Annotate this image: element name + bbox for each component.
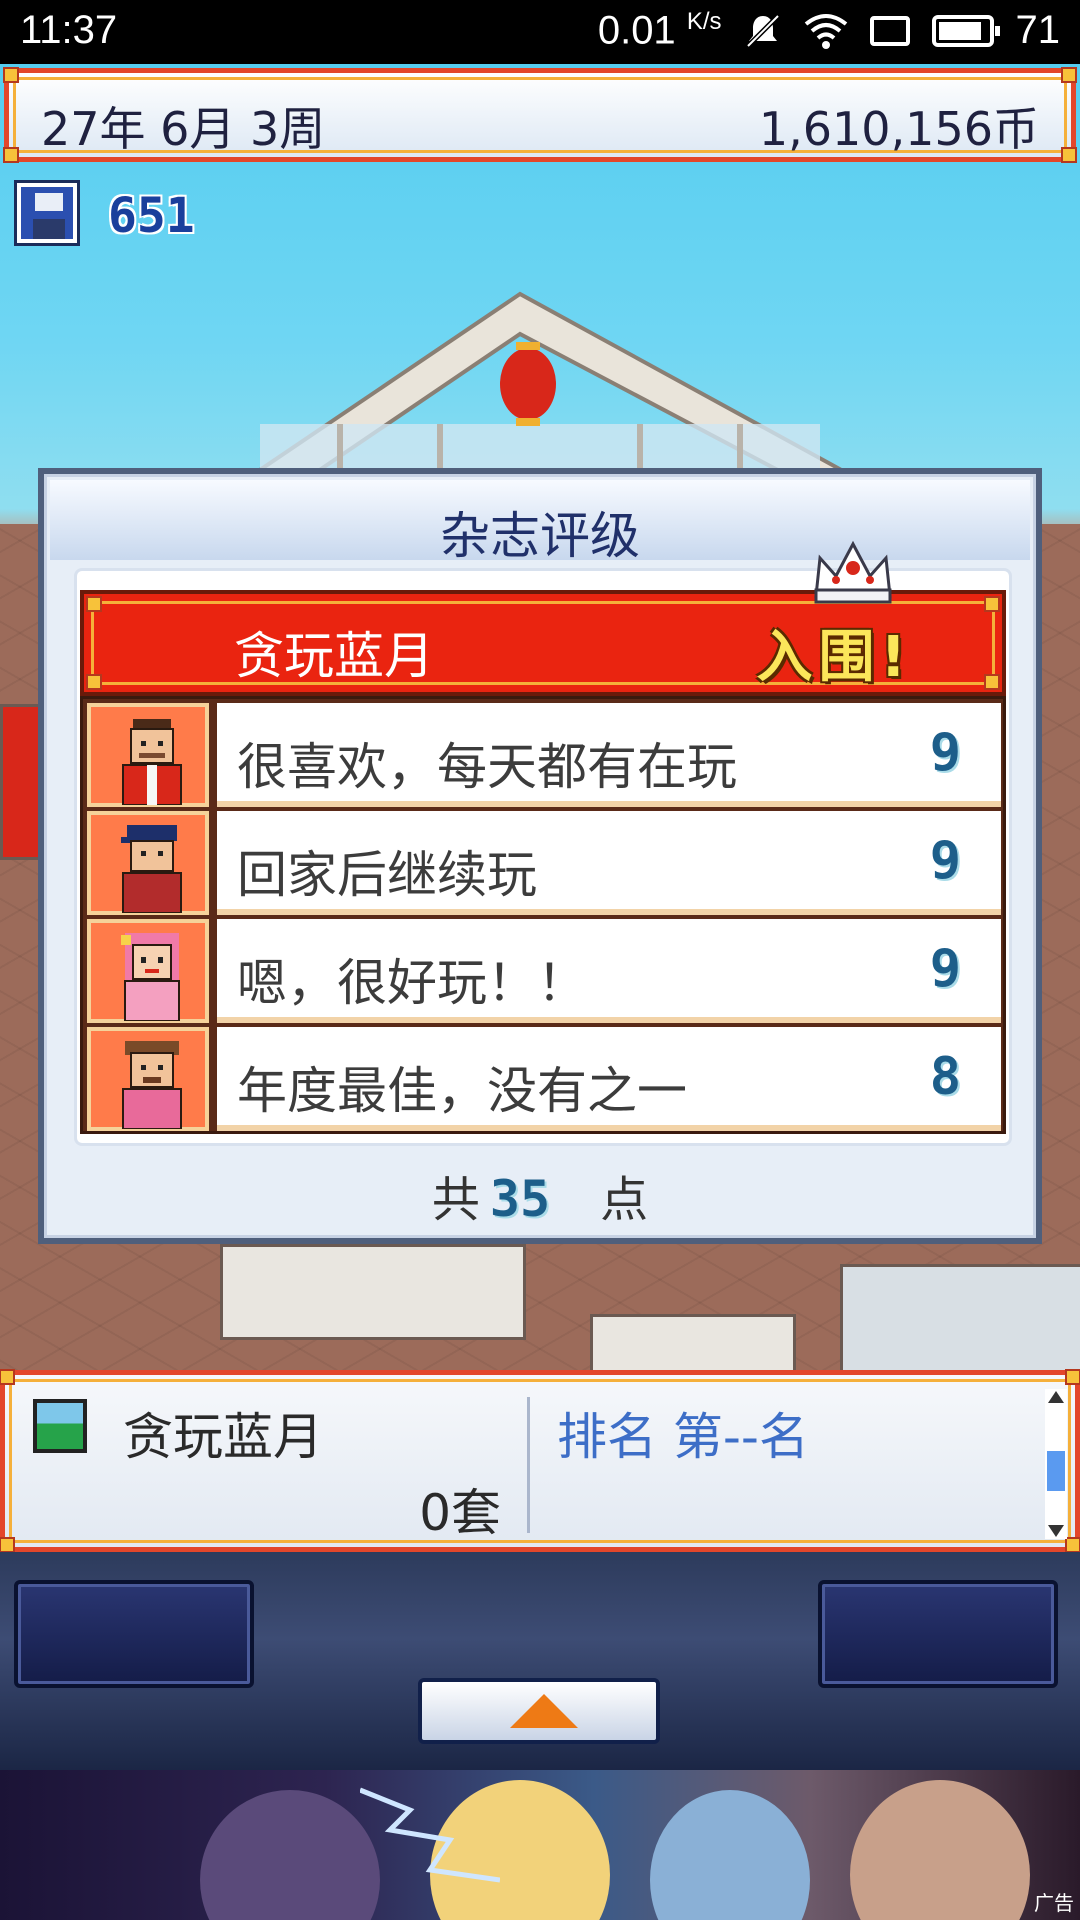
review-row: 年度最佳，没有之一 8 <box>87 1027 1001 1131</box>
ad-character <box>850 1780 1030 1920</box>
right-action-button[interactable] <box>818 1580 1058 1688</box>
ad-banner[interactable]: 广告 <box>0 1770 1080 1920</box>
network-speed-unit: K/s <box>686 8 722 35</box>
review-row: 嗯，很好玩！！ 9 <box>87 919 1001 1023</box>
nominated-badge: 入围! <box>756 625 912 690</box>
review-text: 很喜欢，每天都有在玩 <box>237 738 737 796</box>
frame-corner <box>1065 1537 1080 1553</box>
review-score: 9 <box>929 723 961 783</box>
review-text: 嗯，很好玩！！ <box>237 954 587 1012</box>
ad-label: 广告 <box>1034 1893 1074 1915</box>
man-blue-cap-icon <box>121 825 182 913</box>
frame-corner <box>1061 147 1077 163</box>
crown-icon <box>814 540 892 604</box>
review-text: 回家后继续玩 <box>237 846 537 904</box>
frame-corner <box>1065 1369 1080 1385</box>
reviewer-avatar <box>87 703 209 807</box>
left-action-button[interactable] <box>14 1580 254 1688</box>
status-time: 11:37 <box>20 8 118 52</box>
frame-corner <box>3 67 19 83</box>
screen-rotation-icon <box>869 15 910 46</box>
info-sets-sold: 0套 <box>419 1484 501 1542</box>
status-bar: 11:37 0.01 K/s 71 <box>0 0 1080 64</box>
frame-corner <box>0 1369 15 1385</box>
mute-icon <box>744 12 782 50</box>
man-brown-hat-icon <box>122 1041 182 1129</box>
info-rank: 排名 第--名 <box>557 1408 809 1466</box>
frame-corner <box>0 1537 15 1553</box>
reviews-list: 很喜欢，每天都有在玩 9 回家后继续玩 9 嗯，很好玩！！ 9 年度最佳，没有之… <box>80 696 1006 1134</box>
total-prefix: 共 <box>431 1172 480 1228</box>
rated-game-name: 贪玩蓝月 <box>234 627 434 685</box>
ad-character <box>200 1790 380 1920</box>
network-speed: 0.01 K/s <box>598 8 722 53</box>
ad-character <box>650 1790 810 1920</box>
scroll-up-icon[interactable] <box>1048 1391 1064 1403</box>
woman-pink-hair-icon <box>121 933 180 1021</box>
review-box: 回家后继续玩 9 <box>217 811 1001 915</box>
top-info-bar: 27年 6月 3周 1,610,156币 <box>3 67 1077 163</box>
reviewer-avatar <box>87 919 209 1023</box>
info-game-name: 贪玩蓝月 <box>123 1408 323 1466</box>
game-thumbnail-icon <box>33 1399 87 1453</box>
money-amount: 1,610,156币 <box>758 102 1039 156</box>
save-count: 651 <box>108 188 195 244</box>
office-desk <box>220 1244 526 1340</box>
arrow-up-icon <box>510 1694 578 1728</box>
battery-level: 71 <box>1015 8 1061 53</box>
total-points: 共 35 点 <box>44 1160 1036 1230</box>
frame-corner <box>86 674 102 690</box>
scroll-down-icon[interactable] <box>1048 1525 1064 1537</box>
man-red-jacket-icon <box>122 719 182 805</box>
total-points-value: 35 <box>489 1170 551 1228</box>
save-floppy-icon[interactable] <box>14 180 80 246</box>
review-box: 嗯，很好玩！！ 9 <box>217 919 1001 1023</box>
game-info-bar[interactable]: 贪玩蓝月 0套 排名 第--名 <box>0 1369 1080 1553</box>
battery-icon <box>931 14 1000 47</box>
review-row: 回家后继续玩 9 <box>87 811 1001 915</box>
floppy-slot <box>33 219 65 239</box>
floppy-body <box>21 187 73 239</box>
total-unit: 点 <box>600 1172 649 1228</box>
review-row: 很喜欢，每天都有在玩 9 <box>87 703 1001 807</box>
frame-corner <box>3 147 19 163</box>
reviewer-avatar <box>87 811 209 915</box>
office-cabinet <box>0 704 42 860</box>
frame-corner <box>1061 67 1077 83</box>
review-box: 很喜欢，每天都有在玩 9 <box>217 703 1001 807</box>
reviewer-avatar <box>87 1027 209 1131</box>
lightning-icon <box>360 1787 500 1883</box>
review-text: 年度最佳，没有之一 <box>237 1062 687 1120</box>
expand-menu-button[interactable] <box>418 1678 660 1744</box>
review-score: 9 <box>929 831 961 891</box>
floppy-label <box>35 193 63 211</box>
game-date: 27年 6月 3周 <box>41 102 326 156</box>
frame-corner <box>984 596 1000 612</box>
scroll-thumb[interactable] <box>1047 1451 1065 1491</box>
magazine-rating-dialog[interactable]: 杂志评级 贪玩蓝月 入围! 很喜欢，每天都有在玩 9 回家后继续玩 9 嗯，很好… <box>38 468 1042 1244</box>
frame-corner <box>984 674 1000 690</box>
status-icons: 0.01 K/s 71 <box>598 8 1060 53</box>
review-score: 8 <box>929 1047 961 1107</box>
frame-corner <box>86 596 102 612</box>
review-score: 9 <box>929 939 961 999</box>
office-bookshelf <box>840 1264 1080 1380</box>
info-divider <box>527 1397 530 1533</box>
network-speed-value: 0.01 <box>597 8 676 53</box>
wifi-icon <box>804 12 848 50</box>
review-box: 年度最佳，没有之一 8 <box>217 1027 1001 1131</box>
info-scrollbar[interactable] <box>1045 1389 1067 1539</box>
control-panel <box>0 1552 1080 1770</box>
